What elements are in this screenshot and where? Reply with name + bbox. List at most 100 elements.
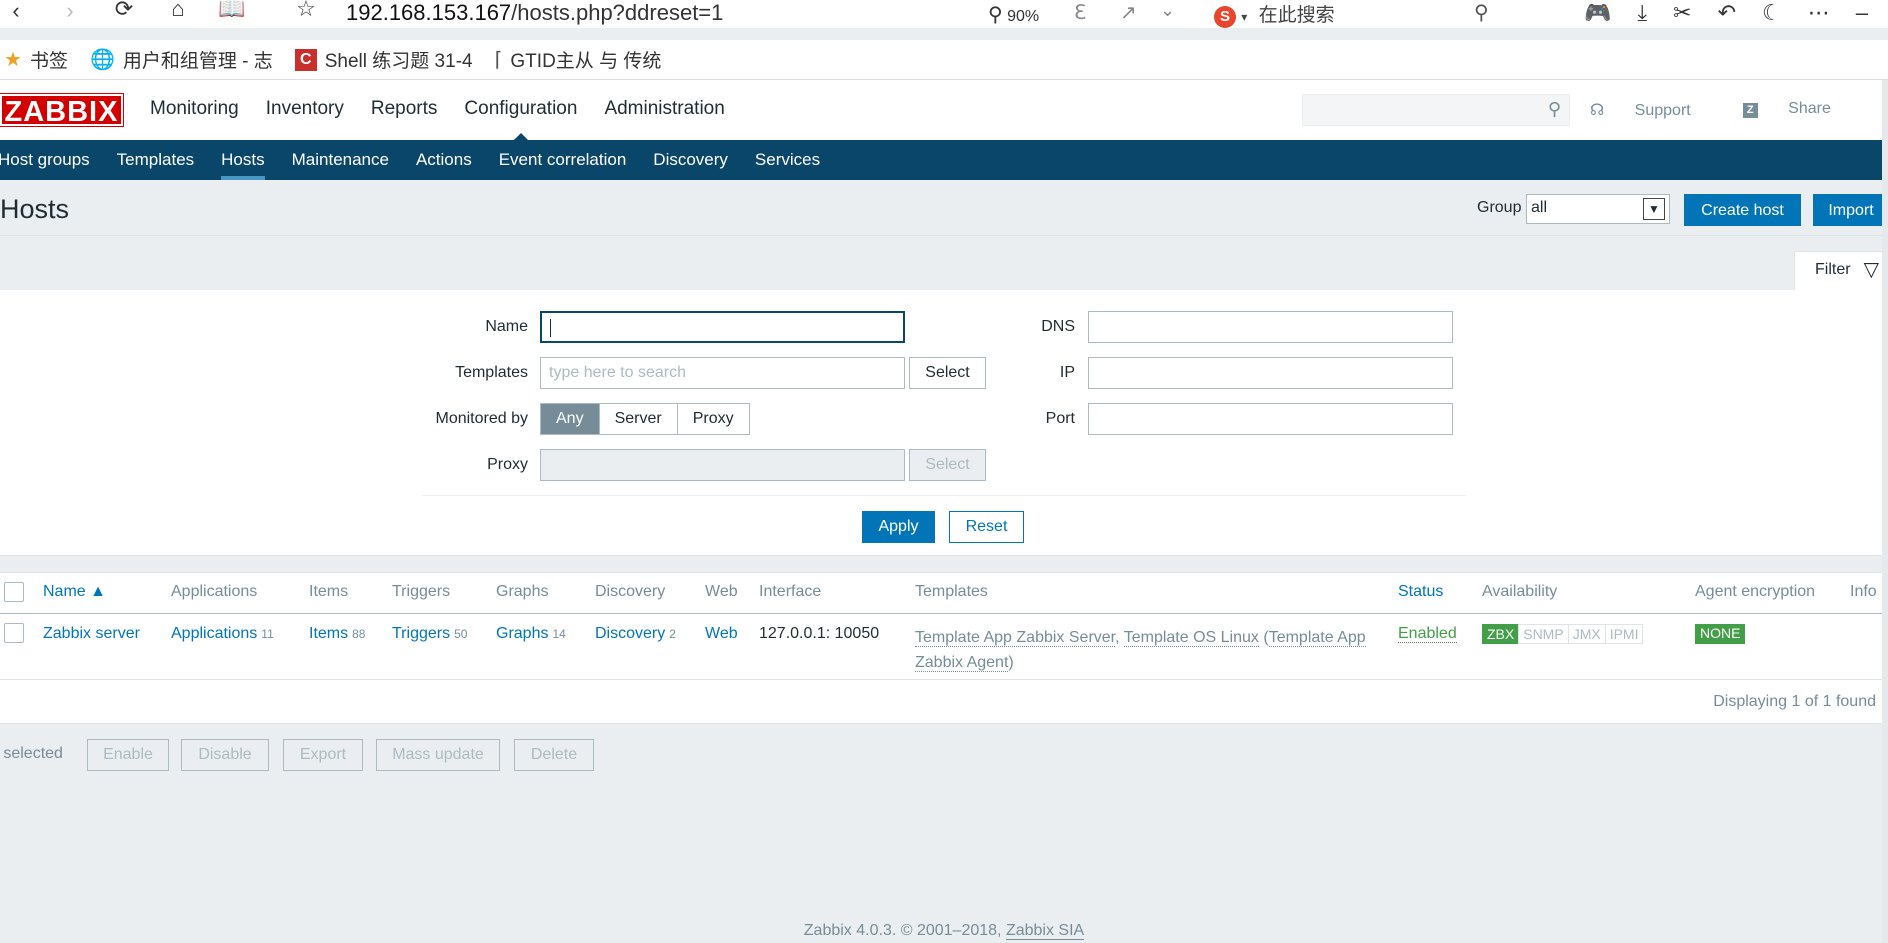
support-link[interactable]: ☊ Support [1590, 100, 1717, 120]
displaying-count: Displaying 1 of 1 found [1713, 693, 1876, 710]
port-label: Port [1045, 410, 1075, 427]
group-select[interactable]: all ▼ [1526, 194, 1670, 224]
zoom-level[interactable]: ⚲ 90% [988, 2, 1039, 27]
name-input[interactable] [540, 311, 905, 343]
back-icon[interactable]: ‹ [2, 0, 30, 24]
name-label: Name [485, 318, 528, 335]
enable-button[interactable]: Enable [87, 739, 169, 771]
subnav-discovery[interactable]: Discovery [653, 140, 728, 180]
bookmark-item[interactable]: 🌐 用户和组管理 - 志 [90, 46, 273, 73]
items-link[interactable]: Items [309, 625, 348, 642]
triggers-cell: Triggers 50 [392, 625, 467, 643]
globe-icon: 🌐 [89, 49, 115, 71]
download-icon[interactable]: ⤓ [1637, 0, 1647, 26]
triggers-link[interactable]: Triggers [392, 625, 450, 642]
monitored-proxy[interactable]: Proxy [678, 404, 749, 434]
items-cell: Items 88 [309, 625, 365, 643]
monitored-server[interactable]: Server [600, 404, 678, 434]
menu-administration[interactable]: Administration [604, 98, 724, 120]
browser-search[interactable]: S ▾ 在此搜索 [1214, 0, 1335, 28]
create-host-button[interactable]: Create host [1684, 194, 1801, 226]
subnav-maintenance[interactable]: Maintenance [292, 140, 389, 180]
monitored-by-label: Monitored by [435, 410, 529, 427]
zabbix-sia-link[interactable]: Zabbix SIA [1005, 922, 1085, 940]
discovery-link[interactable]: Discovery [595, 625, 665, 642]
delete-button[interactable]: Delete [514, 739, 594, 771]
export-button[interactable]: Export [283, 739, 363, 771]
import-button[interactable]: Import [1813, 194, 1888, 226]
header-divider [0, 613, 1888, 614]
chevron-down-icon: ▼ [1643, 198, 1665, 220]
apply-button[interactable]: Apply [862, 511, 935, 543]
template-link[interactable]: Template OS Linux [1123, 629, 1259, 647]
subnav-event-correlation[interactable]: Event correlation [499, 140, 627, 180]
night-mode-icon[interactable]: ☾ [1762, 0, 1782, 26]
subnav-host-groups[interactable]: Host groups [0, 140, 90, 180]
reader-icon[interactable]: 📖 [218, 0, 246, 22]
interface-value: 127.0.0.1: 10050 [759, 625, 880, 642]
bookmark-folder[interactable]: ★ 书签 [4, 46, 68, 73]
port-input[interactable] [1088, 403, 1453, 435]
undo-icon[interactable]: ↶ [1718, 0, 1736, 26]
monitored-any[interactable]: Any [541, 404, 600, 434]
scissors-icon[interactable]: ✂ [1673, 0, 1691, 26]
mass-update-button[interactable]: Mass update [376, 739, 500, 771]
select-all-checkbox[interactable] [4, 582, 24, 602]
subnav-hosts[interactable]: Hosts [221, 140, 266, 180]
template-link[interactable]: Zabbix Agent [915, 654, 1009, 672]
browser-toolbar: ‹ › ⟳ ⌂ 📖 ☆ 192.168.153.167/hosts.php?dd… [0, 0, 1888, 28]
menu-reports[interactable]: Reports [371, 98, 438, 120]
graphs-link[interactable]: Graphs [496, 625, 548, 642]
proxy-label: Proxy [487, 456, 528, 473]
headset-icon: ☊ [1590, 102, 1605, 119]
menu-inventory[interactable]: Inventory [266, 98, 344, 120]
game-icon[interactable]: 🎮 [1584, 0, 1611, 26]
web-link[interactable]: Web [705, 625, 738, 643]
host-name-link[interactable]: Zabbix server [43, 625, 140, 643]
menu-configuration[interactable]: Configuration [464, 98, 577, 142]
header-links: ☊ Support Z Share ? 👤 ⏻ [1590, 100, 1888, 120]
discovery-cell: Discovery 2 [595, 625, 676, 643]
zabbix-logo[interactable]: ZABBIX [0, 93, 124, 128]
share-link[interactable]: Z Share [1742, 100, 1857, 120]
dns-label: DNS [1041, 318, 1075, 335]
col-status[interactable]: Status [1398, 583, 1443, 601]
col-name[interactable]: Name ▲ [43, 583, 106, 601]
share-page-icon[interactable]: ↗ [1120, 0, 1137, 25]
hosts-table: Name ▲ Applications Items Triggers Graph… [0, 572, 1888, 724]
bookmark-item[interactable]: ⌈ GTID主从 与 传统 [495, 46, 662, 73]
template-link[interactable]: Template App Zabbix Server [915, 629, 1116, 647]
minimize-icon[interactable]: – [1856, 0, 1868, 26]
applications-link[interactable]: Applications [171, 625, 257, 642]
forward-icon[interactable]: › [56, 0, 84, 24]
templates-input[interactable]: type here to search [540, 357, 905, 389]
subnav-services[interactable]: Services [755, 140, 820, 180]
bookmark-item[interactable]: C Shell 练习题 31-4 [294, 46, 473, 73]
address-bar[interactable]: 192.168.153.167/hosts.php?ddreset=1 [346, 0, 723, 26]
magnifier-icon[interactable]: ⚲ [1474, 0, 1489, 25]
template-link[interactable]: Template App [1268, 629, 1366, 647]
global-search-input[interactable]: ⚲ [1302, 94, 1570, 126]
scrollbar[interactable] [1882, 80, 1888, 943]
refresh-icon[interactable]: ⟳ [110, 0, 138, 22]
menu-monitoring[interactable]: Monitoring [150, 98, 239, 120]
search-icon[interactable]: ⚲ [1548, 99, 1561, 120]
ip-input[interactable] [1088, 357, 1453, 389]
more-icon[interactable]: ⋯ [1808, 0, 1830, 26]
row-checkbox[interactable] [4, 623, 24, 643]
reset-button[interactable]: Reset [949, 511, 1024, 543]
status-toggle[interactable]: Enabled [1398, 625, 1457, 643]
dns-input[interactable] [1088, 311, 1453, 343]
chevron-down-icon[interactable]: ⌄ [1160, 0, 1175, 21]
ie-icon[interactable]: ℇ [1074, 0, 1086, 25]
disable-button[interactable]: Disable [181, 739, 269, 771]
subnav-templates[interactable]: Templates [117, 140, 194, 180]
discovery-count: 2 [669, 627, 676, 641]
col-web: Web [705, 583, 738, 600]
subnav-actions[interactable]: Actions [416, 140, 472, 180]
sogou-icon: S [1214, 6, 1236, 28]
filter-tab[interactable]: Filter ▽ [1794, 251, 1888, 291]
home-icon[interactable]: ⌂ [164, 0, 192, 22]
star-icon[interactable]: ☆ [292, 0, 320, 22]
ip-label: IP [1059, 364, 1075, 381]
